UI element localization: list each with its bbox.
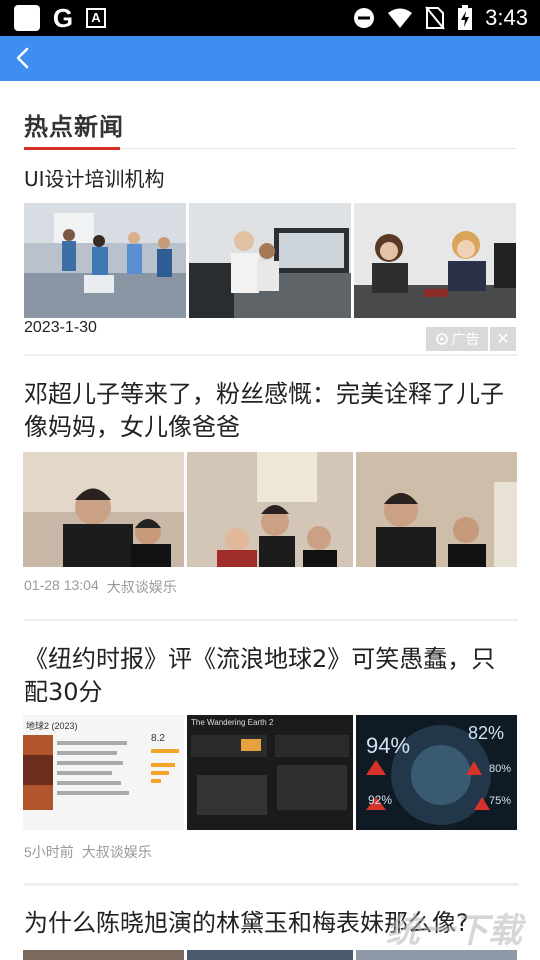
news-3-image-2[interactable] (187, 950, 353, 960)
ad-date: 2023-1-30 (24, 319, 97, 336)
news-1-meta: 01-28 13:04 大叔谈娱乐 (24, 577, 177, 597)
news-2-image-row[interactable]: 地球2 (2023) 8.2 The Wandering Earth 2 94%… (23, 715, 517, 830)
ad-image-2[interactable] (189, 203, 351, 318)
divider (24, 354, 518, 356)
back-arrow-icon[interactable] (8, 42, 40, 74)
news-1-image-2[interactable] (187, 452, 353, 567)
news-2-time: 5小时前 (24, 844, 74, 860)
status-right-icons: 3:43 (353, 4, 528, 32)
ad-label-text: 广告 (451, 332, 480, 348)
watermark: 统一下载 (386, 911, 522, 951)
news-title-2[interactable]: 《纽约时报》评《流浪地球2》可笑愚蠢，只配30分 (24, 643, 518, 709)
ad-label: 广告 (426, 327, 488, 351)
news-3-image-1[interactable] (23, 950, 184, 960)
google-icon: G (52, 3, 74, 33)
percent-82-text: 82% (468, 723, 505, 743)
news-2-image-2[interactable]: The Wandering Earth 2 (187, 715, 353, 830)
news-title-1[interactable]: 邓超儿子等来了，粉丝感慨：完美诠释了儿子像妈妈，女儿像爸爸 (24, 378, 518, 444)
poster-title-text: The Wandering Earth 2 (191, 718, 274, 727)
news-2-source: 大叔谈娱乐 (81, 844, 152, 860)
news-1-image-1[interactable] (23, 452, 184, 567)
news-1-image-row[interactable] (23, 452, 517, 567)
close-icon[interactable]: ✕ (490, 327, 516, 351)
movie-title-text: 地球2 (2023) (26, 721, 78, 731)
app-icon (14, 5, 40, 31)
movie-score-text: 8.2 (151, 733, 165, 744)
font-icon: A (86, 8, 106, 28)
ad-image-1[interactable] (24, 203, 186, 318)
status-left-icons: G A (14, 5, 106, 31)
section-title: 热点新闻 (24, 113, 124, 141)
percent-75-text: 75% (489, 795, 512, 807)
section-title-underline (24, 147, 120, 150)
divider (24, 619, 518, 621)
percent-94-text: 94% (366, 733, 411, 758)
title-bar (0, 36, 540, 81)
news-2-image-3[interactable]: 94% 82% 92% 80% 75% (356, 715, 517, 830)
clock-time: 3:43 (485, 5, 528, 30)
ad-tag: 广告 ✕ (426, 327, 516, 351)
percent-80-text: 80% (489, 763, 512, 775)
percent-92-text: 92% (368, 793, 393, 807)
no-sim-icon (425, 6, 445, 30)
news-2-meta: 5小时前 大叔谈娱乐 (24, 842, 152, 862)
ad-image-3[interactable] (354, 203, 516, 318)
ad-image-row[interactable] (24, 203, 516, 318)
wifi-icon (388, 8, 413, 28)
news-1-image-3[interactable] (356, 452, 517, 567)
ad-refresh-icon (435, 333, 448, 345)
news-1-source: 大叔谈娱乐 (106, 579, 177, 595)
ad-title[interactable]: UI设计培训机构 (24, 163, 165, 192)
battery-icon (458, 5, 473, 30)
news-2-image-1[interactable]: 地球2 (2023) 8.2 (23, 715, 184, 830)
status-bar: G A 3:43 (0, 0, 540, 36)
divider (24, 883, 518, 886)
do-not-disturb-icon (354, 8, 375, 28)
news-1-time: 01-28 13:04 (24, 577, 99, 593)
